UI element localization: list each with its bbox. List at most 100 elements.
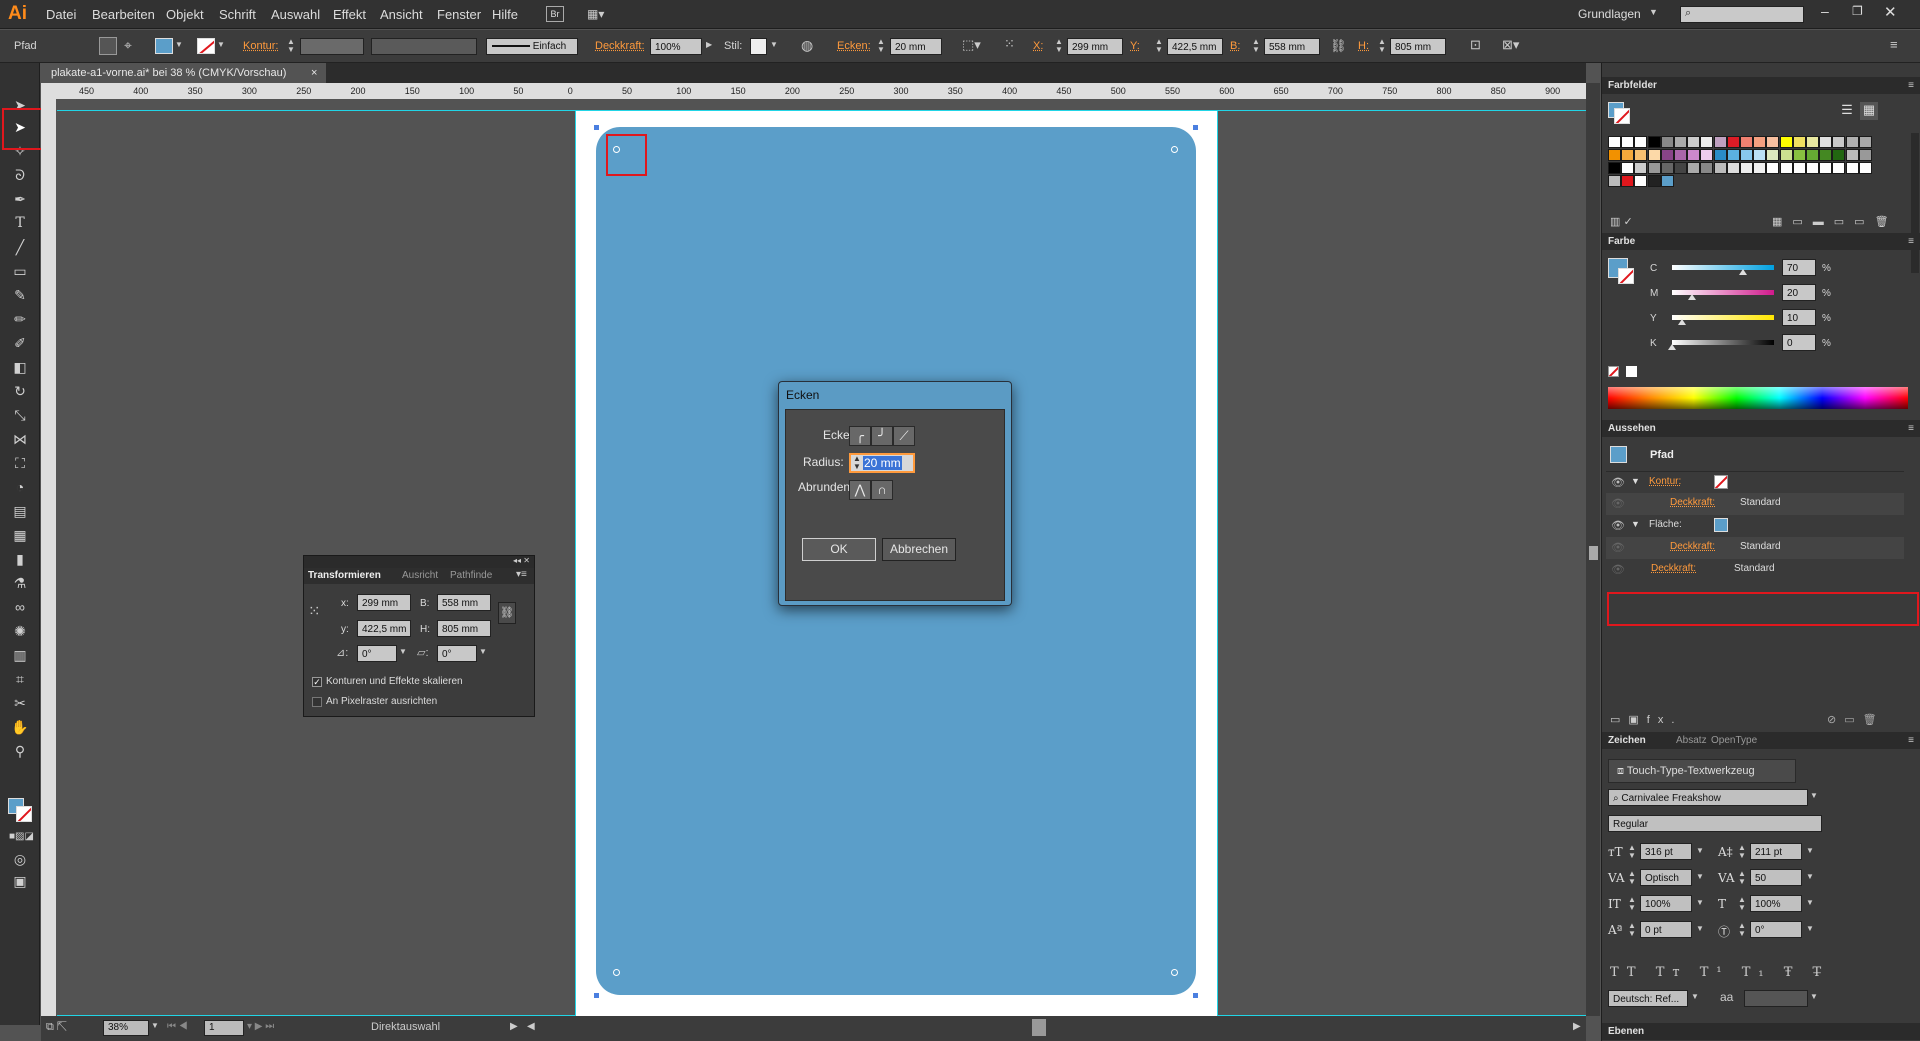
line-tool-icon[interactable]: ╱ xyxy=(9,237,31,257)
color-swatch[interactable] xyxy=(1740,136,1753,148)
stepper-icon[interactable]: ▲ ▼ xyxy=(853,455,861,471)
color-swatch[interactable] xyxy=(1660,175,1674,187)
appearance-row-stroke[interactable]: 👁 ▼ Kontur: xyxy=(1606,471,1904,493)
color-swatch[interactable] xyxy=(1726,149,1740,161)
variable-width-field[interactable] xyxy=(371,38,477,55)
chevron-down-icon[interactable]: ▼ xyxy=(1696,898,1704,907)
color-swatch[interactable] xyxy=(1726,162,1740,174)
cmyk-slider[interactable] xyxy=(1672,340,1774,345)
chevron-down-icon[interactable]: ▼ xyxy=(1806,872,1814,881)
blob-brush-icon[interactable]: ✐ xyxy=(9,333,31,353)
cmyk-value-field[interactable]: 10 xyxy=(1782,309,1816,326)
isolate-mode-icon[interactable]: ⊠▾ xyxy=(1502,37,1519,53)
color-swatch[interactable] xyxy=(1634,162,1648,174)
restore-icon[interactable]: ❐ xyxy=(1852,4,1863,18)
align-icon[interactable]: ⬚▾ xyxy=(962,37,981,53)
anchor-point[interactable] xyxy=(1193,993,1198,998)
font-size-field[interactable]: 316 pt xyxy=(1640,843,1692,860)
color-swatch[interactable] xyxy=(1608,149,1621,161)
eyedropper-icon[interactable]: ⚗ xyxy=(9,573,31,593)
panel-menu-icon[interactable]: ≡ xyxy=(1890,37,1898,52)
slider-thumb[interactable] xyxy=(1678,319,1687,325)
color-swatch[interactable] xyxy=(1832,149,1846,161)
opacity-label[interactable]: Deckkraft: xyxy=(1670,541,1715,552)
hand-tool-icon[interactable]: ✋ xyxy=(9,717,31,737)
shear-field[interactable]: 0° xyxy=(437,645,477,662)
chevron-down-icon[interactable]: ▼ xyxy=(479,647,487,656)
color-swatch[interactable] xyxy=(1700,136,1714,148)
stepper-icon[interactable]: ▲ ▼ xyxy=(1055,38,1065,54)
mesh-tool-icon[interactable]: ▦ xyxy=(9,525,31,545)
color-swatch[interactable] xyxy=(1713,136,1727,148)
minimize-icon[interactable]: – xyxy=(1821,3,1829,19)
b-label[interactable]: B: xyxy=(1230,40,1240,52)
stroke-none-swatch[interactable] xyxy=(1714,475,1728,489)
char-rotation-field[interactable]: 0° xyxy=(1750,921,1802,938)
stepper-icon[interactable]: ▲ ▼ xyxy=(287,38,297,54)
appearance-row-fill-opacity[interactable]: 👁 Deckkraft: Standard xyxy=(1606,537,1904,559)
grid-view-icon[interactable]: ▦ xyxy=(1860,102,1878,120)
gradient-tool-icon[interactable]: ▮ xyxy=(9,549,31,569)
color-swatch[interactable] xyxy=(1687,162,1701,174)
chevron-down-icon[interactable]: ▼ xyxy=(399,647,407,656)
rounding-relative-icon[interactable]: ∩ xyxy=(871,480,893,500)
tab-absatz[interactable]: Absatz xyxy=(1676,732,1707,749)
color-swatch[interactable] xyxy=(1608,175,1621,187)
eye-icon[interactable]: 👁 xyxy=(1611,476,1625,489)
b-field[interactable]: 558 mm xyxy=(437,594,491,611)
opacity-label[interactable]: Deckkraft: xyxy=(1651,563,1696,574)
color-swatch[interactable] xyxy=(1753,162,1767,174)
reference-point-icon[interactable]: ⁙ xyxy=(1004,36,1015,52)
color-swatch[interactable] xyxy=(1792,162,1806,174)
panel-grip[interactable]: ◂◂ ✕ xyxy=(304,556,534,568)
menu-effekt[interactable]: Effekt xyxy=(333,7,366,22)
stepper-icon[interactable]: ▲ ▼ xyxy=(1628,896,1636,912)
color-swatch[interactable] xyxy=(1687,136,1701,148)
color-swatch[interactable] xyxy=(1858,162,1872,174)
stepper-icon[interactable]: ▲ ▼ xyxy=(1738,922,1746,938)
rotate-field[interactable]: 0° xyxy=(357,645,397,662)
h-label[interactable]: H: xyxy=(1358,40,1369,52)
menu-bearbeiten[interactable]: Bearbeiten xyxy=(92,7,155,22)
artboard-next-icon[interactable]: ▾ ▶ ⏭ xyxy=(247,1021,274,1032)
antialias-select[interactable] xyxy=(1744,990,1808,1007)
menu-objekt[interactable]: Objekt xyxy=(166,7,204,22)
stroke-color-icon[interactable] xyxy=(16,806,32,822)
swatches-panel-header[interactable]: Farbfelder ≡ xyxy=(1602,77,1920,94)
arrange-documents-icon[interactable]: ▦▾ xyxy=(587,7,611,21)
appearance-row-object-opacity[interactable]: 👁 Deckkraft: Standard xyxy=(1606,559,1904,581)
chevron-down-icon[interactable]: ▼ xyxy=(1810,992,1818,1001)
free-transform-icon[interactable]: ⛶ xyxy=(9,453,31,473)
recolor-icon[interactable]: ◍ xyxy=(801,37,813,54)
eraser-tool-icon[interactable]: ◧ xyxy=(9,357,31,377)
appearance-row-fill[interactable]: 👁 ▼ Fläche: xyxy=(1606,515,1904,537)
stepper-icon[interactable]: ▲ ▼ xyxy=(1378,38,1388,54)
pencil-tool-icon[interactable]: ✏ xyxy=(9,309,31,329)
color-mode-icon[interactable]: ■▨◪ xyxy=(9,827,34,847)
color-swatch[interactable] xyxy=(1700,162,1714,174)
expand-icon[interactable]: ▼ xyxy=(1631,519,1640,529)
swatch-actions-icon[interactable]: ▦▭▬▭▭🗑 xyxy=(1772,215,1899,228)
type-tool-icon[interactable]: T xyxy=(9,213,31,233)
color-swatch[interactable] xyxy=(1806,136,1819,148)
color-swatch[interactable] xyxy=(1674,149,1687,161)
workspace-switcher[interactable]: Grundlagen xyxy=(1578,7,1641,21)
none-color-icon[interactable] xyxy=(1608,366,1619,377)
chevron-down-icon[interactable]: ▼ xyxy=(1806,924,1814,933)
color-swatch[interactable] xyxy=(1819,162,1833,174)
stepper-icon[interactable]: ▲ ▼ xyxy=(1155,38,1165,54)
font-style-select[interactable]: Regular xyxy=(1608,815,1822,832)
bridge-button[interactable]: Br xyxy=(546,6,564,22)
artboard-prev-icon[interactable]: ⏮ ◀ xyxy=(167,1021,188,1032)
eye-icon[interactable]: 👁 xyxy=(1611,563,1625,576)
draw-mode-icon[interactable]: ◎ xyxy=(9,849,31,869)
color-swatch[interactable] xyxy=(1647,149,1661,161)
stepper-icon[interactable]: ▲ ▼ xyxy=(1628,922,1636,938)
color-swatch[interactable] xyxy=(1832,136,1846,148)
panel-menu-icon[interactable]: ≡ xyxy=(1908,77,1914,94)
color-swatch[interactable] xyxy=(1700,149,1714,161)
chevron-down-icon[interactable]: ▼ xyxy=(217,40,225,49)
stepper-icon[interactable]: ▲ ▼ xyxy=(1252,38,1262,54)
artboard-number[interactable]: 1 xyxy=(204,1020,244,1036)
slider-thumb[interactable] xyxy=(1739,269,1748,275)
